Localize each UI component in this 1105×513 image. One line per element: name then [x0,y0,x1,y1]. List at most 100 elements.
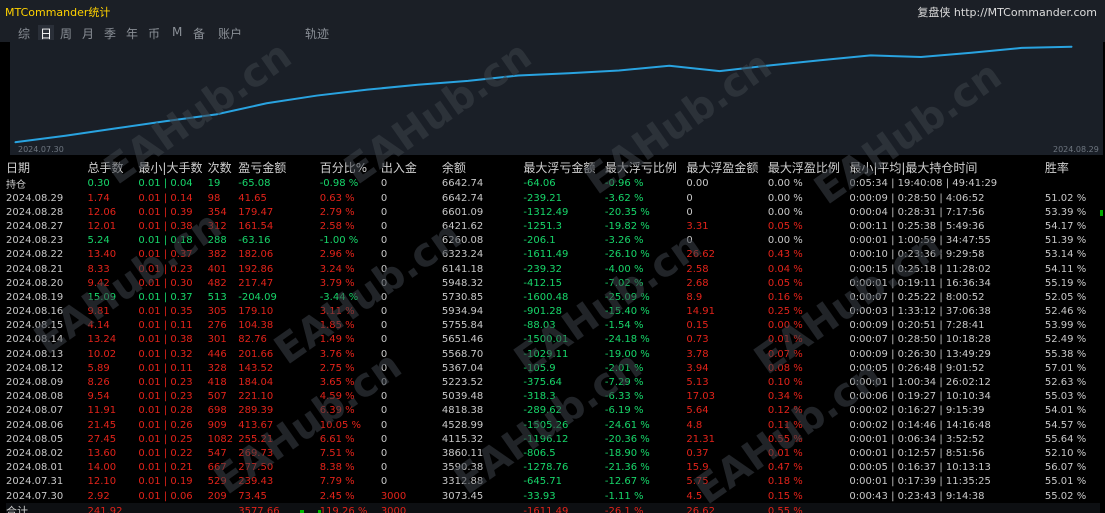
column-header[interactable]: 最大浮盈比例 [768,159,849,176]
cell-pnl: 3577.66 [238,503,320,513]
cell-fp: 4.5 [686,490,703,502]
table-row[interactable]: 2024.08.01 14.00 0.01 | 0.21 667 277.50 8.38 … [6,461,1100,475]
cell-balance: 6642.74 [441,178,484,189]
table-row[interactable]: 2024.08.02 13.60 0.01 | 0.22 547 269.73 7.51 … [6,446,1100,460]
cell-pnl: 277.50 [238,462,274,474]
cell-ddp: -15.40 % [604,306,650,318]
cell-balance: 6141.18 [441,263,484,275]
cell-date: 2024.08.05 [6,433,64,445]
column-header[interactable]: 最大浮盈金额 [686,159,767,176]
cell-win: 54.17 % [1044,220,1087,232]
table-row[interactable]: 2024.08.29 1.74 0.01 | 0.14 98 41.65 0.63 % 0 6… [6,191,1100,205]
cell-fpp: 0.15 % [767,490,803,502]
cell-minmax: 0.01 | 0.18 [138,235,193,247]
cell-minmax: 0.01 | 0.06 [138,490,193,502]
cell-fp: 3.31 [686,220,709,232]
cell-ddp: -2.01 % [604,362,644,374]
cell-fp: 5.64 [686,405,709,417]
column-header[interactable]: 胜率 [1045,159,1100,176]
column-header[interactable]: 最小|平均|最大持仓时间 [849,159,1045,176]
cell-dd: -239.21 [523,192,563,204]
table-row[interactable]: 2024.08.20 9.42 0.01 | 0.30 482 217.47 3.79 %… [6,276,1100,290]
cell-pct: 7.51 % [319,447,355,459]
cell-win: 52.05 % [1044,291,1087,303]
cell-io: 0 [380,377,388,389]
table-row[interactable]: 2024.08.05 27.45 0.01 | 0.25 1082 255.21 6.61… [6,432,1100,446]
cell-balance: 5755.84 [441,320,484,332]
table-row[interactable]: 2024.08.13 10.02 0.01 | 0.32 446 201.66 3.76 … [6,347,1100,361]
brand-link[interactable]: 复盘侠 http://MTCommander.com [917,4,1097,20]
table-row[interactable]: 2024.08.22 13.40 0.01 | 0.37 382 182.06 2.96 … [6,248,1100,262]
column-header[interactable]: 出入金 [381,159,442,176]
total-row[interactable]: 合计 241.92 3577.66 119.26 % 3000 -1611.49 -26.1… [6,503,1100,513]
cell-count [207,503,239,513]
cell-minmax: 0.01 | 0.19 [138,476,193,488]
cell-time: 0:00:07 | 0:25:22 | 8:00:52 [849,291,985,303]
cell-dd: -645.71 [523,476,563,488]
cell-fpp: 0.11 % [767,419,803,431]
table-row[interactable]: 2024.08.27 12.01 0.01 | 0.38 312 161.54 2.58 … [6,219,1100,233]
cell-minmax: 0.01 | 0.30 [138,277,193,289]
column-header[interactable]: 最大浮亏金额 [523,159,604,176]
column-header[interactable]: 最大浮亏比例 [605,159,686,176]
table-row[interactable]: 2024.07.31 12.10 0.01 | 0.19 529 239.43 7.79 … [6,475,1100,489]
table-row[interactable]: 2024.08.19 15.09 0.01 | 0.37 513 -204.09 -3.4… [6,290,1100,304]
cell-pct: 2.45 % [319,490,355,502]
tab-7[interactable]: M [172,25,182,39]
table-row[interactable]: 2024.08.21 8.33 0.01 | 0.23 401 192.86 3.24 %… [6,262,1100,276]
cell-date: 2024.08.13 [6,348,64,360]
cell-dd: -88.03 [523,320,556,332]
daily-stats-table: 日期 总手数 最小|大手数 次数 盈亏金额 百分比% 出入金 余额 最大浮亏金额 最大浮亏比例 最大… [6,159,1100,513]
column-header[interactable]: 余额 [442,159,523,176]
column-header[interactable]: 日期 [6,159,87,176]
cell-time: 0:00:01 | 1:00:59 | 34:47:55 [849,235,991,247]
cell-ddp: -1.11 % [604,490,644,502]
cell-time: 0:00:02 | 0:14:46 | 14:16:48 [849,419,991,431]
cell-pct: 2.79 % [319,206,355,218]
cell-ddp: -3.26 % [604,235,644,247]
cell-fp: 14.91 [686,306,716,318]
table-row[interactable]: 2024.08.16 9.81 0.01 | 0.35 305 179.10 3.11 %… [6,305,1100,319]
cell-balance: 6642.74 [441,192,484,204]
cell-pct: 6.61 % [319,433,355,445]
table-row[interactable]: 2024.08.14 13.24 0.01 | 0.38 301 82.76 1.49 %… [6,333,1100,347]
column-header[interactable]: 总手数 [87,159,138,176]
balance-point [115,127,117,129]
table-row[interactable]: 2024.08.15 4.14 0.01 | 0.11 276 104.38 1.85 %… [6,319,1100,333]
cell-balance: 3590.38 [441,462,484,474]
cell-io: 0 [380,277,388,289]
cell-date: 合计 [6,503,88,513]
cell-time: 0:00:01 | 0:17:39 | 11:35:25 [849,476,991,488]
table-row[interactable]: 2024.08.09 8.26 0.01 | 0.23 418 184.04 3.65 %… [6,375,1100,389]
balance-point [920,56,922,58]
cell-balance: 5948.32 [441,277,484,289]
table-row[interactable]: 2024.08.12 5.89 0.01 | 0.11 328 143.52 2.75 %… [6,361,1100,375]
cell-date: 2024.08.15 [6,320,64,332]
table-row[interactable]: 2024.07.30 2.92 0.01 | 0.06 209 73.45 2.45 % 3… [6,489,1100,503]
column-header[interactable]: 次数 [208,159,239,176]
cell-win: 52.49 % [1044,334,1087,346]
column-header[interactable]: 盈亏金额 [238,159,319,176]
cell-count: 301 [207,334,227,346]
cell-ddp: -25.09 % [604,291,650,303]
cell-fp: 0.15 [686,320,709,332]
cell-pnl: 161.54 [238,220,274,232]
cell-pnl: 184.04 [238,377,274,389]
table-row[interactable]: 2024.08.08 9.54 0.01 | 0.23 507 221.10 4.59 %… [6,390,1100,404]
column-header[interactable]: 百分比% [320,159,381,176]
cell-io: 0 [380,291,388,303]
table-row[interactable]: 2024.08.23 5.24 0.01 | 0.18 288 -63.16 -1.00 … [6,234,1100,248]
cell-ddp: -24.61 % [604,419,650,431]
table-row[interactable]: 2024.08.06 21.45 0.01 | 0.26 909 413.67 10.05… [6,418,1100,432]
cell-fp: 26.62 [686,249,716,261]
table-row[interactable]: 2024.08.28 12.06 0.01 | 0.39 354 179.47 2.79 … [6,205,1100,219]
cell-io: 0 [380,235,388,247]
cell-minmax: 0.01 | 0.23 [138,263,193,275]
cell-ddp: -1.54 % [604,320,644,332]
cell-fpp: 0.34 % [767,391,803,403]
cell-io: 0 [380,362,388,374]
period-tabs: 综日周月季年币 M 备账户 轨迹 [0,22,1105,42]
table-row[interactable]: 2024.08.07 11.91 0.01 | 0.28 698 289.39 6.39 … [6,404,1100,418]
column-header[interactable]: 最小|大手数 [138,159,207,176]
table-row[interactable]: 持仓 0.30 0.01 | 0.04 19 -65.08 -0.98 % 0 6642.74… [6,176,1100,191]
